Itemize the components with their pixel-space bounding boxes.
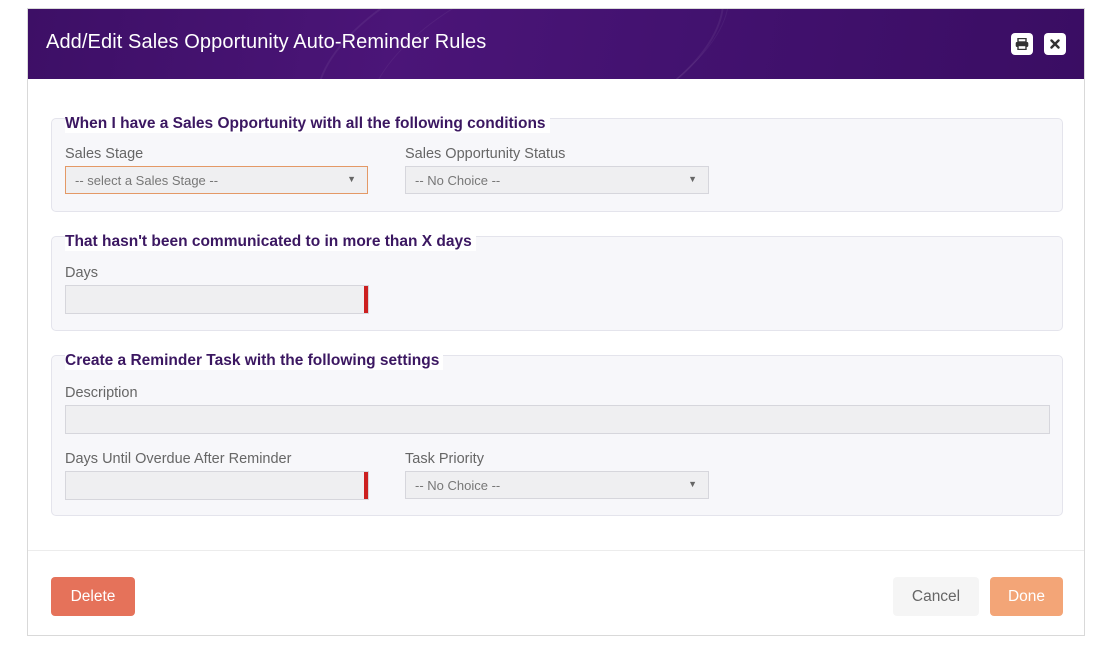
required-marker	[364, 286, 368, 313]
task-priority-select[interactable]: -- No Choice -- ▼	[405, 471, 709, 499]
overdue-days-label: Days Until Overdue After Reminder	[65, 451, 292, 467]
conditions-section: When I have a Sales Opportunity with all…	[51, 115, 1063, 212]
days-label: Days	[65, 265, 99, 281]
overdue-days-input[interactable]	[65, 471, 369, 500]
required-marker	[364, 472, 368, 499]
chevron-down-icon: ▼	[347, 174, 356, 184]
cancel-button[interactable]: Cancel	[893, 577, 979, 616]
chevron-down-icon: ▼	[688, 174, 697, 184]
dialog-header: Add/Edit Sales Opportunity Auto-Reminder…	[28, 9, 1084, 79]
task-priority-value: -- No Choice --	[415, 478, 501, 493]
chevron-down-icon: ▼	[688, 479, 697, 489]
close-button[interactable]	[1044, 33, 1066, 55]
communication-section-title: That hasn't been communicated to in more…	[65, 233, 476, 251]
dialog-title: Add/Edit Sales Opportunity Auto-Reminder…	[46, 31, 487, 53]
delete-button[interactable]: Delete	[51, 577, 135, 616]
status-select[interactable]: -- No Choice -- ▼	[405, 166, 709, 194]
communication-section: That hasn't been communicated to in more…	[51, 233, 1063, 331]
print-icon	[1015, 38, 1029, 50]
description-label: Description	[65, 385, 138, 401]
sales-stage-label: Sales Stage	[65, 146, 144, 162]
footer-divider	[28, 550, 1084, 551]
reminder-section: Create a Reminder Task with the followin…	[51, 352, 1063, 516]
print-button[interactable]	[1011, 33, 1033, 55]
auto-reminder-dialog: Add/Edit Sales Opportunity Auto-Reminder…	[27, 8, 1085, 636]
sales-stage-select[interactable]: -- select a Sales Stage -- ▼	[65, 166, 368, 194]
days-input[interactable]	[65, 285, 369, 314]
status-value: -- No Choice --	[415, 173, 501, 188]
done-button[interactable]: Done	[990, 577, 1063, 616]
sales-stage-value: -- select a Sales Stage --	[75, 173, 219, 188]
task-priority-label: Task Priority	[405, 451, 484, 467]
status-label: Sales Opportunity Status	[405, 146, 566, 162]
description-input[interactable]	[65, 405, 1050, 434]
close-icon	[1050, 39, 1060, 49]
reminder-section-title: Create a Reminder Task with the followin…	[65, 352, 444, 370]
conditions-section-title: When I have a Sales Opportunity with all…	[65, 115, 550, 133]
